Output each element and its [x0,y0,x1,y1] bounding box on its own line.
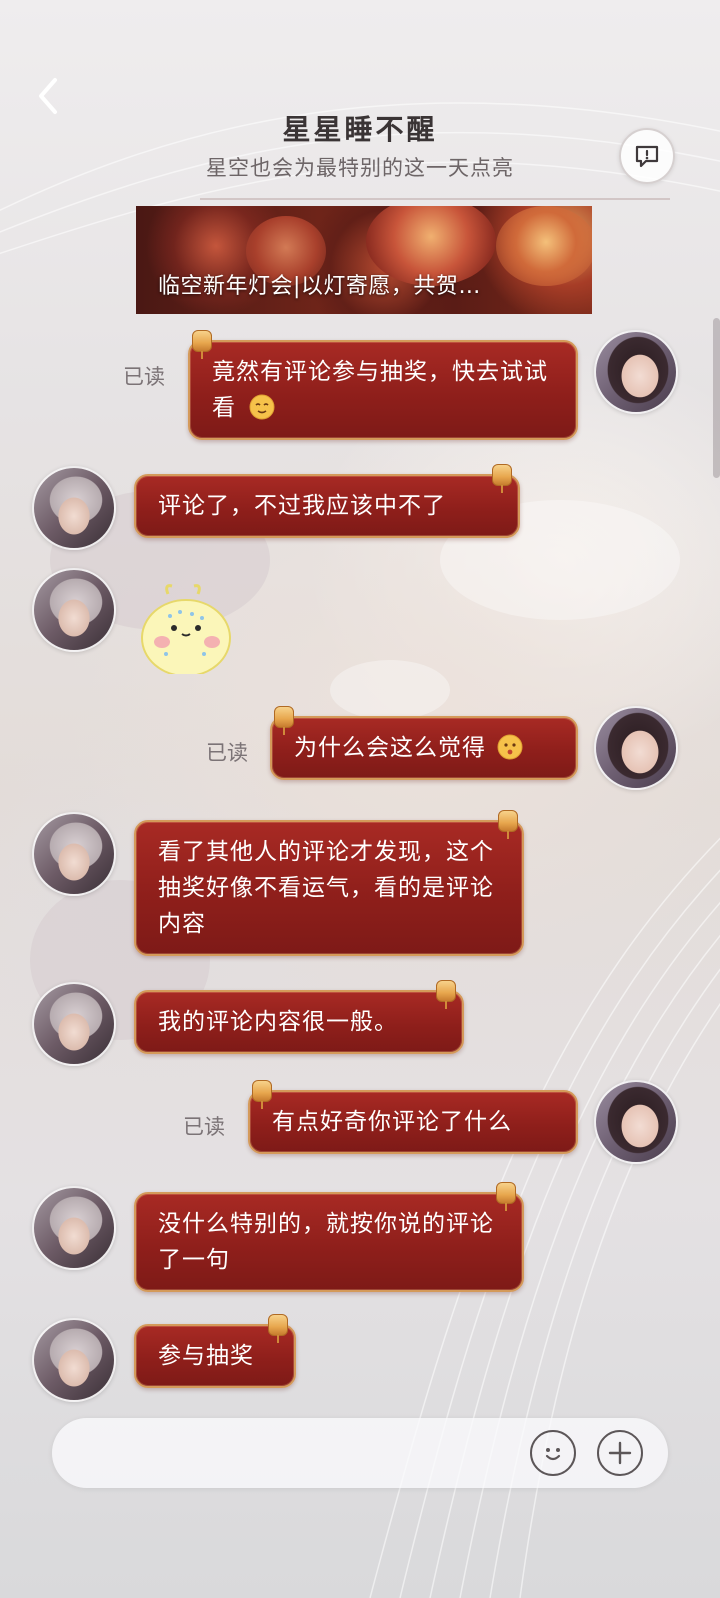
avatar-other[interactable] [32,466,116,550]
avatar-other[interactable] [32,812,116,896]
lantern-ornament [268,1314,288,1343]
avatar-self[interactable] [594,330,678,414]
read-receipt: 已读 [183,1115,225,1139]
message-text: 有点好奇你评论了什么 [272,1109,512,1135]
avatar-self[interactable] [594,1080,678,1164]
avatar-other[interactable] [32,982,116,1066]
lantern-ornament [436,980,456,1009]
lantern-ornament [192,330,212,359]
message-text: 参与抽奖 [158,1343,254,1369]
event-banner[interactable]: 临空新年灯会|以灯寄愿，共贺… [136,206,592,314]
banner-title: 临空新年灯会|以灯寄愿，共贺… [158,274,481,299]
message-text: 没什么特别的，就按你说的评论了一句 [158,1211,494,1273]
page-subtitle: 星空也会为最特别的这一天点亮 [206,156,514,180]
lantern-ornament [496,1182,516,1211]
message-bubble-other[interactable]: 没什么特别的，就按你说的评论了一句 [134,1192,524,1292]
message-bubble-self[interactable]: 有点好奇你评论了什么 [248,1090,578,1154]
message-text: 为什么会这么觉得 [294,735,486,761]
read-receipt: 已读 [206,741,248,765]
lantern-ornament [492,464,512,493]
message-bubble-other[interactable]: 评论了，不过我应该中不了 [134,474,520,538]
feedback-button[interactable] [619,128,675,184]
smile-emoji-icon [249,394,275,420]
header-divider [200,198,670,200]
emoji-icon [545,1448,561,1461]
avatar-self[interactable] [594,706,678,790]
message-input-bar [52,1418,668,1488]
message-bubble-self[interactable]: 竟然有评论参与抽奖，快去试试看 [188,340,578,440]
message-text: 评论了，不过我应该中不了 [158,493,446,519]
message-text: 看了其他人的评论才发现，这个抽奖好像不看运气，看的是评论内容 [158,839,494,937]
page-title: 星星睡不醒 [282,113,438,146]
message-bubble-self[interactable]: 为什么会这么觉得 [270,716,578,780]
message-text: 我的评论内容很一般。 [158,1009,398,1035]
lantern-decoration [496,206,592,286]
scrollbar[interactable] [713,318,720,478]
message-input[interactable] [74,1428,504,1478]
avatar-other[interactable] [32,1186,116,1270]
chat-feedback-icon [635,145,659,168]
plus-icon [608,1441,632,1465]
lantern-ornament [498,810,518,839]
crying-chick-sticker[interactable] [140,584,240,674]
read-receipt: 已读 [123,365,165,389]
avatar-other[interactable] [32,568,116,652]
lantern-ornament [252,1080,272,1109]
message-bubble-other[interactable]: 看了其他人的评论才发现，这个抽奖好像不看运气，看的是评论内容 [134,820,524,956]
lantern-ornament [274,706,294,735]
surprised-emoji-icon [497,734,523,760]
avatar-other[interactable] [32,1318,116,1402]
emoji-button[interactable] [530,1430,576,1476]
plus-button[interactable] [597,1430,643,1476]
message-bubble-other[interactable]: 我的评论内容很一般。 [134,990,464,1054]
